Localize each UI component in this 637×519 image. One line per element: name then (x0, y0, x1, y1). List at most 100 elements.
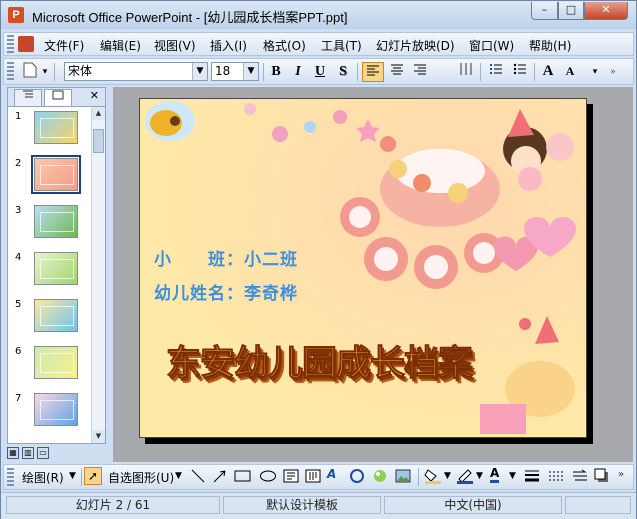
line-color-icon[interactable] (456, 468, 474, 487)
slides-pane: ✕ 1 2 3 4 5 6 7 ▲ ▼ (7, 87, 106, 444)
toolbar-separator (480, 63, 481, 81)
draw-menu-button[interactable]: 绘图(R) (22, 469, 64, 486)
menu-format[interactable]: 格式(O) (263, 37, 306, 54)
design-template-name[interactable]: 默认设计模板 (223, 496, 381, 514)
slide-thumbnail-row[interactable]: 6 (8, 342, 92, 384)
text-box-icon[interactable] (283, 468, 299, 487)
align-center-icon[interactable] (386, 62, 408, 82)
close-pane-icon[interactable]: ✕ (90, 89, 99, 102)
chevron-down-icon[interactable]: ▼ (175, 471, 182, 481)
line-tool-icon[interactable] (190, 468, 206, 487)
slide-thumbnail[interactable] (34, 393, 78, 426)
underline-button[interactable]: U (310, 62, 330, 82)
document-icon[interactable] (18, 36, 34, 52)
bulleted-list-icon[interactable] (509, 62, 531, 82)
line-style-icon[interactable] (524, 468, 540, 487)
wordart-icon[interactable]: A (327, 467, 336, 481)
slide-thumbnail[interactable] (31, 155, 81, 194)
slide-thumbnail-row[interactable]: 5 (8, 295, 92, 337)
scrollbar-thumb[interactable] (93, 129, 104, 153)
slide-thumbnail-row[interactable]: 1 (8, 107, 92, 149)
slide-thumbnail[interactable] (34, 205, 78, 238)
close-button[interactable]: ✕ (584, 2, 628, 20)
italic-button[interactable]: I (288, 62, 308, 82)
insert-picture-icon[interactable] (395, 468, 411, 487)
font-color-icon[interactable]: A (490, 466, 500, 483)
select-pointer-icon[interactable]: ➚ (84, 467, 102, 485)
menu-slideshow[interactable]: 幻灯片放映(D) (376, 37, 455, 54)
menu-view[interactable]: 视图(V) (154, 37, 196, 54)
slide-thumbnail[interactable] (34, 111, 78, 144)
grow-font-button[interactable]: A (538, 62, 558, 82)
vertical-text-box-icon[interactable] (305, 468, 321, 487)
toolbar-overflow-icon[interactable]: » (618, 469, 624, 480)
menu-edit[interactable]: 编辑(E) (100, 37, 141, 54)
powerpoint-app-icon[interactable]: P (8, 7, 24, 23)
toolbar-separator (81, 468, 82, 486)
class-label[interactable]: 小 班：小二班 (154, 245, 298, 270)
shadow-style-icon[interactable] (594, 468, 610, 487)
ellipse-tool-icon[interactable] (259, 468, 277, 487)
slide-thumbnail[interactable] (34, 299, 78, 332)
new-document-icon[interactable] (20, 62, 40, 82)
normal-view-icon[interactable]: ▦ (7, 447, 19, 459)
toolbar-grip[interactable] (7, 62, 14, 80)
chevron-down-icon[interactable]: ▼ (192, 63, 207, 80)
toolbar-options-icon[interactable]: ▾ (589, 62, 601, 82)
maximize-button[interactable]: □ (558, 2, 584, 20)
chevron-down-icon[interactable]: ▼ (444, 471, 451, 481)
chevron-down-icon[interactable]: ▼ (243, 63, 258, 80)
toolbar-overflow-icon[interactable]: » (605, 62, 621, 82)
scroll-down-icon[interactable]: ▼ (92, 430, 105, 443)
numbered-list-icon[interactable] (485, 62, 507, 82)
menu-insert[interactable]: 插入(I) (210, 37, 247, 54)
menubar-grip[interactable] (7, 35, 14, 53)
chevron-down-icon[interactable]: ▼ (476, 471, 483, 481)
minimize-button[interactable]: – (531, 2, 558, 20)
font-name-select[interactable]: 宋体 ▼ (64, 62, 208, 81)
title-bar: P Microsoft Office PowerPoint - [幼儿园成长档案… (1, 1, 636, 29)
bold-button[interactable]: B (266, 62, 286, 82)
arrow-tool-icon[interactable] (212, 468, 228, 487)
font-size-select[interactable]: 18 ▼ (211, 62, 259, 81)
slide-title[interactable]: 东安幼儿园成长档案 (165, 335, 473, 386)
slide-thumbnail-row[interactable]: 2 (8, 154, 92, 196)
toolbar-separator (263, 63, 264, 81)
distribute-columns-icon[interactable] (455, 62, 477, 82)
scroll-up-icon[interactable]: ▲ (92, 107, 105, 120)
slide-thumbnail-row[interactable]: 3 (8, 201, 92, 243)
slide-thumbnail-row[interactable]: 7 (8, 389, 92, 431)
autoshapes-menu-button[interactable]: 自选图形(U) (108, 469, 174, 486)
chevron-down-icon[interactable]: ▼ (69, 471, 76, 481)
shrink-font-button[interactable]: A (560, 62, 580, 82)
slides-tab[interactable] (44, 89, 72, 106)
align-right-icon[interactable] (409, 62, 431, 82)
clip-art-icon[interactable] (372, 468, 388, 487)
diagram-icon[interactable] (349, 468, 365, 487)
menu-tools[interactable]: 工具(T) (321, 37, 362, 54)
toolbar-options-icon[interactable]: ▾ (40, 62, 50, 82)
menu-help[interactable]: 帮助(H) (529, 37, 571, 54)
chevron-down-icon[interactable]: ▼ (509, 471, 516, 481)
thumbnails-scrollbar[interactable]: ▲ ▼ (91, 107, 105, 443)
current-slide[interactable]: 小 班：小二班 幼儿姓名：李奇桦 东安幼儿园成长档案 (139, 98, 587, 438)
slideshow-view-icon[interactable]: ▭ (37, 447, 49, 459)
drawbar-grip[interactable] (7, 468, 14, 486)
slide-thumbnail-list: 1 2 3 4 5 6 7 (8, 107, 92, 443)
thumbnail-content (40, 212, 74, 232)
text-shadow-button[interactable]: S (333, 62, 353, 82)
align-left-icon[interactable] (362, 62, 384, 82)
thumbnail-content (40, 259, 74, 279)
slide-thumbnail[interactable] (34, 346, 78, 379)
outline-tab[interactable] (14, 89, 42, 106)
arrow-style-icon[interactable] (572, 468, 588, 487)
dash-style-icon[interactable] (548, 468, 564, 487)
rectangle-tool-icon[interactable] (234, 468, 252, 487)
slide-thumbnail-row[interactable]: 4 (8, 248, 92, 290)
fill-color-icon[interactable] (424, 468, 442, 487)
menu-window[interactable]: 窗口(W) (469, 37, 514, 54)
menu-file[interactable]: 文件(F) (44, 37, 84, 54)
slide-thumbnail[interactable] (34, 252, 78, 285)
slide-sorter-view-icon[interactable]: ▥ (22, 447, 34, 459)
child-name-label[interactable]: 幼儿姓名：李奇桦 (154, 279, 298, 304)
